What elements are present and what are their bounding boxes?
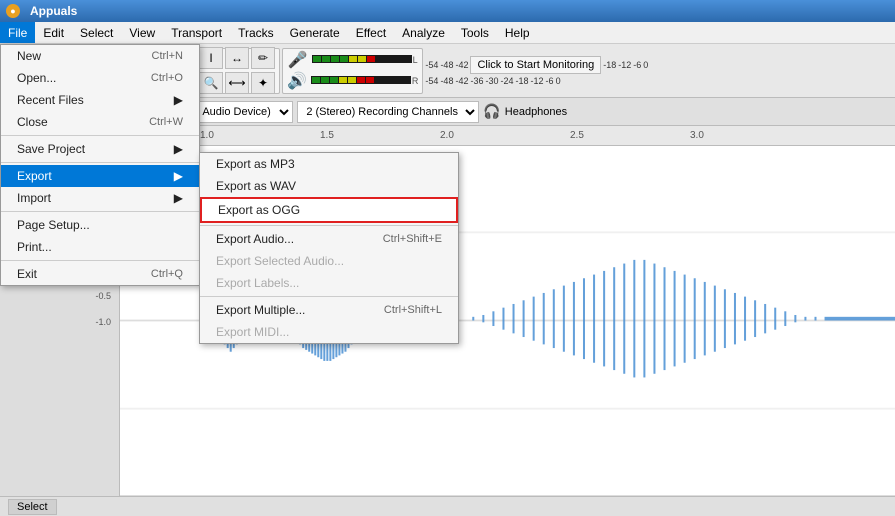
export-labels: Export Labels... — [200, 272, 458, 294]
menu-export[interactable]: Export ▶ — [1, 165, 199, 187]
export-mp3[interactable]: Export as MP3 — [200, 153, 458, 175]
export-wav[interactable]: Export as WAV — [200, 175, 458, 197]
menu-tracks[interactable]: Tracks — [230, 22, 282, 43]
watermark: wsxdn.com — [832, 480, 887, 492]
export-submenu: Export as MP3 Export as WAV Export as OG… — [199, 152, 459, 344]
menu-new[interactable]: New Ctrl+N — [1, 45, 199, 67]
menu-tools[interactable]: Tools — [453, 22, 497, 43]
timeline-1.5: 1.5 — [320, 130, 334, 141]
menu-recent[interactable]: Recent Files ▶ — [1, 89, 199, 111]
menu-print[interactable]: Print... — [1, 236, 199, 258]
menu-generate[interactable]: Generate — [282, 22, 348, 43]
menu-page-setup[interactable]: Page Setup... — [1, 214, 199, 236]
sep-export2 — [200, 296, 458, 297]
speaker-icon: 🔊 — [287, 71, 307, 91]
monitor-button[interactable]: Click to Start Monitoring — [470, 56, 601, 74]
export-multiple[interactable]: Export Multiple... Ctrl+Shift+L — [200, 299, 458, 321]
app-title: Appuals — [30, 4, 77, 18]
export-selected: Export Selected Audio... — [200, 250, 458, 272]
menu-import[interactable]: Import ▶ — [1, 187, 199, 209]
cursor-tool[interactable]: I — [199, 47, 223, 69]
draw-tool[interactable]: ✏ — [251, 47, 275, 69]
menu-select[interactable]: Select — [72, 22, 121, 43]
timeline-1.0: 1.0 — [200, 130, 214, 141]
menu-save-project[interactable]: Save Project ▶ — [1, 138, 199, 160]
headphones-icon: 🎧 — [483, 103, 500, 120]
menu-open[interactable]: Open... Ctrl+O — [1, 67, 199, 89]
menu-edit[interactable]: Edit — [35, 22, 72, 43]
mic-group: 🎤 L 🔊 — [282, 48, 423, 94]
title-bar: ● Appuals — [0, 0, 895, 22]
scale-bottom: -1.0 — [4, 317, 111, 327]
menu-effect[interactable]: Effect — [348, 22, 394, 43]
timeline-3.0: 3.0 — [690, 130, 704, 141]
sep3 — [1, 211, 199, 212]
menu-help[interactable]: Help — [497, 22, 538, 43]
zoom-tool[interactable]: 🔍 — [199, 72, 223, 94]
sep2 — [1, 162, 199, 163]
time-tool[interactable]: ⟷ — [225, 72, 249, 94]
channels-select[interactable]: 2 (Stereo) Recording Channels — [297, 101, 479, 123]
select-tool-status[interactable]: Select — [8, 499, 57, 515]
menu-analyze[interactable]: Analyze — [394, 22, 453, 43]
timeline-ruler: 1.0 1.5 2.0 2.5 3.0 — [120, 126, 895, 146]
timeline-2.0: 2.0 — [440, 130, 454, 141]
export-audio[interactable]: Export Audio... Ctrl+Shift+E — [200, 228, 458, 250]
tools-group: I ↔ ✏ 🔍 ⟷ ✦ — [194, 48, 280, 94]
menu-transport[interactable]: Transport — [163, 22, 230, 43]
multi-tool[interactable]: ✦ — [251, 72, 275, 94]
status-bar: Select — [0, 496, 895, 516]
scale-low: -0.5 — [4, 291, 111, 301]
menu-exit[interactable]: Exit Ctrl+Q — [1, 263, 199, 285]
select-tool[interactable]: ↔ — [225, 47, 249, 69]
mic-icon: 🎤 — [288, 50, 308, 70]
menu-file[interactable]: File — [0, 22, 35, 43]
export-ogg[interactable]: Export as OGG — [200, 197, 458, 223]
file-menu: New Ctrl+N Open... Ctrl+O Recent Files ▶… — [0, 44, 200, 286]
sep1 — [1, 135, 199, 136]
export-midi: Export MIDI... — [200, 321, 458, 343]
sep-export1 — [200, 225, 458, 226]
menu-view[interactable]: View — [121, 22, 163, 43]
app-icon: ● — [6, 4, 20, 18]
headphones-label: Headphones — [505, 106, 567, 118]
sep4 — [1, 260, 199, 261]
menu-close[interactable]: Close Ctrl+W — [1, 111, 199, 133]
menu-bar: File Edit Select View Transport Tracks G… — [0, 22, 895, 44]
timeline-2.5: 2.5 — [570, 130, 584, 141]
